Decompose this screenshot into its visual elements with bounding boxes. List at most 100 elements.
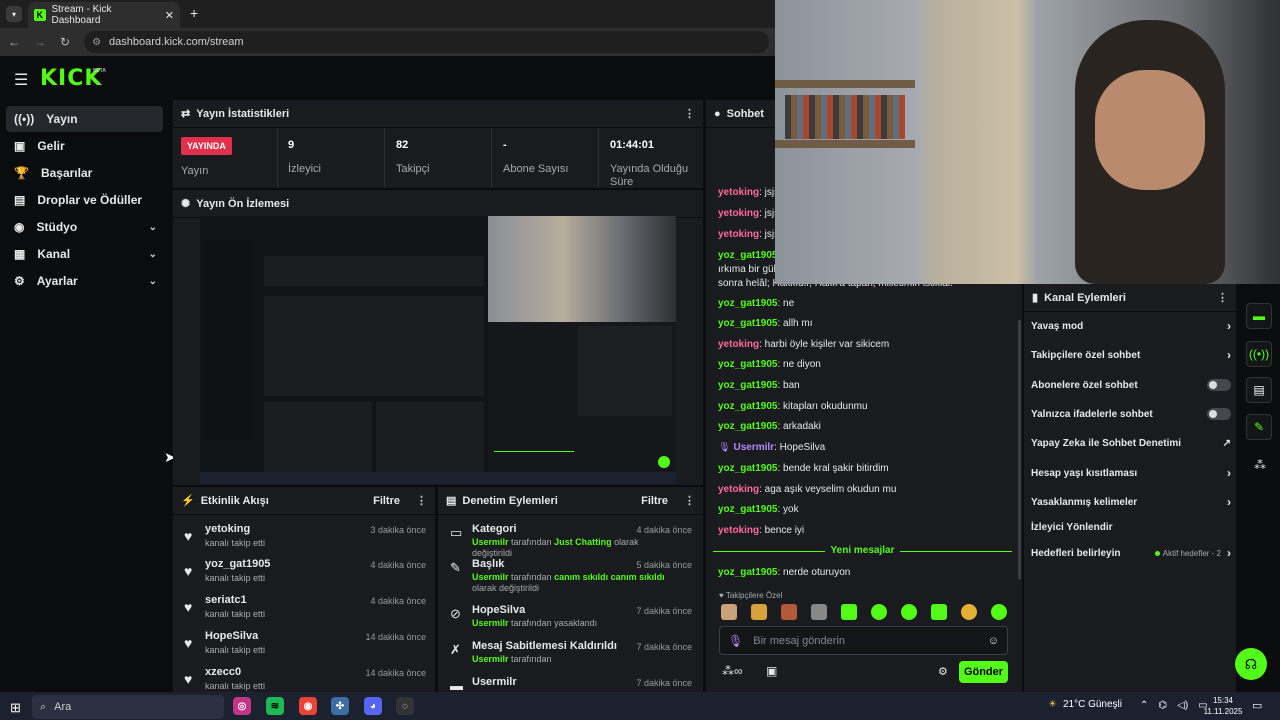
chat-username[interactable]: yoz_gat1905 [718, 298, 777, 309]
activity-filter-button[interactable]: Filtre [373, 495, 400, 507]
emote-icon[interactable] [901, 604, 917, 620]
action-goals[interactable]: Hedefleri belirleyin Aktif hedefler - 2 › [1031, 542, 1231, 564]
taskbar-search[interactable]: ⌕ Ara [32, 695, 224, 719]
activity-item[interactable]: ♥ HopeSilva kanalı takip etti 14 dakika önc… [178, 630, 432, 666]
panel-rail-icon[interactable]: ▤ [1246, 377, 1272, 403]
more-options-icon[interactable]: ⋮ [1217, 291, 1228, 304]
sidebar-item-droplar[interactable]: ▤ Droplar ve Ödüller [6, 187, 163, 213]
action-raid[interactable]: İzleyici Yönlendir [1031, 516, 1231, 538]
more-options-icon[interactable]: ⋮ [684, 494, 695, 507]
close-tab-icon[interactable]: ✕ [165, 9, 174, 22]
emote-icon[interactable] [871, 604, 887, 620]
chat-message: yoz_gat1905: ne diyon [718, 359, 1018, 375]
chat-username[interactable]: yoz_gat1905 [718, 318, 777, 329]
chevron-up-icon[interactable]: ⌃ [1140, 700, 1148, 711]
url-field[interactable]: ⚙ dashboard.kick.com/stream [84, 31, 769, 53]
chat-username[interactable]: yetoking [718, 525, 759, 536]
preview-dashboard-mirror [200, 216, 488, 484]
chat-username[interactable]: yetoking [718, 484, 759, 495]
action-followers-only[interactable]: Takipçilere özel sohbet › [1031, 344, 1231, 366]
action-ai-moderation[interactable]: Yapay Zeka ile Sohbet Denetimi ↗ [1031, 432, 1231, 454]
sidebar-item-ayarlar[interactable]: ⚙ Ayarlar ⌄ [6, 268, 163, 294]
new-messages-label[interactable]: Yeni mesajlar [825, 545, 900, 556]
sidebar-item-basarilar[interactable]: 🏆 Başarılar [6, 160, 163, 186]
action-slow-mode[interactable]: Yavaş mod › [1031, 315, 1231, 337]
forward-icon[interactable]: → [34, 35, 46, 49]
chat-username[interactable]: yetoking [718, 187, 759, 198]
wrench-rail-icon[interactable]: ✎ [1246, 414, 1272, 440]
sidebar-item-gelir[interactable]: ▣ Gelir [6, 133, 163, 159]
emote-icon[interactable] [931, 604, 947, 620]
emoji-icon[interactable]: ☺ [988, 635, 999, 647]
new-tab-button[interactable]: + [190, 5, 198, 21]
emote-icon[interactable] [811, 604, 827, 620]
chat-username[interactable]: Usermilr [733, 442, 774, 453]
emotes-only-toggle[interactable] [1207, 408, 1231, 420]
subscribers-only-toggle[interactable] [1207, 379, 1231, 391]
spotify-icon[interactable]: ≋ [266, 697, 284, 715]
sidebar-item-kanal[interactable]: ▦ Kanal ⌄ [6, 241, 163, 267]
site-info-icon[interactable]: ⚙ [92, 37, 101, 48]
chat-username[interactable]: yoz_gat1905 [718, 567, 777, 578]
broadcast-rail-icon[interactable]: ((•)) [1246, 341, 1272, 367]
chat-username[interactable]: yetoking [718, 208, 759, 219]
more-options-icon[interactable]: ⋮ [684, 107, 695, 120]
discord-icon[interactable]: ◕ [364, 697, 382, 715]
emote-icon[interactable] [961, 604, 977, 620]
action-banned-words[interactable]: Yasaklanmış kelimeler › [1031, 491, 1231, 513]
chat-username[interactable]: yoz_gat1905 [718, 504, 777, 515]
action-subscribers-only[interactable]: Abonelere özel sohbet [1031, 374, 1231, 396]
clock[interactable]: 15:34 11.11.2025 [1202, 695, 1244, 717]
moderation-item[interactable]: ⊘ HopeSilva Usermilr tarafından yasaklandı… [442, 604, 698, 640]
chat-settings-icon[interactable]: ⚙ [938, 665, 948, 678]
moderation-item[interactable]: ✗ Mesaj Sabitlemesi Kaldırıldı Usermilr ta… [442, 640, 698, 676]
chat-rail-icon[interactable]: ▬ [1246, 303, 1272, 329]
emote-icon[interactable] [991, 604, 1007, 620]
chat-username[interactable]: yoz_gat1905 [718, 380, 777, 391]
gift-icon[interactable]: ▣ [766, 664, 777, 678]
hamburger-menu-icon[interactable]: ☰ [14, 70, 28, 90]
more-options-icon[interactable]: ⋮ [416, 494, 427, 507]
action-account-age[interactable]: Hesap yaşı kısıtlaması › [1031, 462, 1231, 484]
notification-icon[interactable]: ▭ [1252, 699, 1262, 712]
kicks-icon[interactable]: ⁂∞ [722, 664, 743, 678]
chat-username[interactable]: yoz_gat1905 [718, 250, 777, 261]
reload-icon[interactable]: ↻ [60, 35, 70, 49]
kicks-rail-icon[interactable]: ⁂ [1254, 458, 1266, 472]
browser-tab[interactable]: K Stream - Kick Dashboard ✕ [28, 2, 180, 28]
sidebar-item-studyo[interactable]: ◉ Stüdyo ⌄ [6, 214, 163, 240]
emote-icon[interactable] [721, 604, 737, 620]
emote-icon[interactable] [841, 604, 857, 620]
weather-widget[interactable]: ☀ 21°C Güneşli [1048, 699, 1122, 710]
app-icon[interactable]: ✣ [331, 697, 349, 715]
emote-icon[interactable] [781, 604, 797, 620]
tab-list-icon[interactable]: ▾ [6, 6, 22, 22]
emote-icon[interactable] [751, 604, 767, 620]
windows-start-icon[interactable]: ⊞ [10, 700, 21, 716]
instagram-icon[interactable]: ◎ [233, 697, 251, 715]
chat-username[interactable]: yetoking [718, 229, 759, 240]
chat-username[interactable]: yetoking [718, 339, 759, 350]
sidebar-item-yayin[interactable]: ((•)) Yayın [6, 106, 163, 132]
chrome-icon[interactable]: ◉ [299, 697, 317, 715]
support-icon[interactable]: ☊ [1235, 648, 1267, 680]
action-emotes-only[interactable]: Yalnızca ifadelerle sohbet [1031, 403, 1231, 425]
activity-item[interactable]: ♥ seriatc1 kanalı takip etti 4 dakika önce [178, 594, 432, 630]
activity-item[interactable]: ♥ yetoking kanalı takip etti 3 dakika önce [178, 523, 432, 559]
moderation-filter-button[interactable]: Filtre [641, 495, 668, 507]
chat-username[interactable]: yoz_gat1905 [718, 421, 777, 432]
chat-username[interactable]: yoz_gat1905 [718, 359, 777, 370]
moderation-item[interactable]: ✎ Başlık Usermilr tarafından canım sıkıldı… [442, 558, 698, 594]
chat-scrollbar[interactable] [1018, 320, 1021, 580]
moderation-item[interactable]: ▭ Kategori Usermilr tarafından Just Chatti… [442, 523, 698, 559]
stream-preview[interactable] [200, 216, 676, 484]
obs-icon[interactable]: ◌ [396, 697, 414, 715]
activity-item[interactable]: ♥ yoz_gat1905 kanalı takip etti 4 dakika ön… [178, 558, 432, 594]
network-icon[interactable]: ⌬ [1158, 700, 1167, 711]
chat-input[interactable]: 🎙 Bir mesaj gönderin ☺ [719, 626, 1008, 655]
chat-username[interactable]: yoz_gat1905 [718, 401, 777, 412]
back-icon[interactable]: ← [8, 35, 20, 49]
send-button[interactable]: Gönder [959, 661, 1008, 683]
chat-username[interactable]: yoz_gat1905 [718, 463, 777, 474]
volume-icon[interactable]: ◁) [1177, 700, 1188, 711]
